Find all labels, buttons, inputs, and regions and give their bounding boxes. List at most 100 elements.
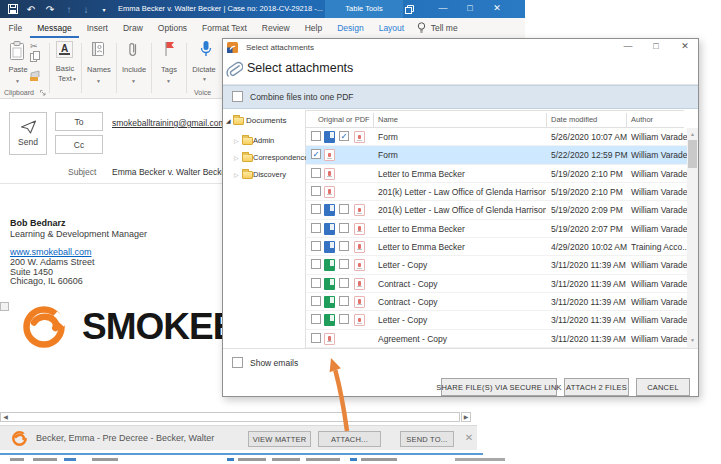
pdf-checkbox[interactable]	[339, 204, 349, 214]
tree-collapsed-icon[interactable]: ▷	[234, 172, 239, 178]
tab-message[interactable]: Message	[30, 18, 80, 38]
scroll-right-icon[interactable]: ▶	[461, 412, 471, 422]
column-author[interactable]: Author	[631, 111, 653, 129]
clipboard-expander-icon[interactable]	[40, 90, 46, 96]
file-row[interactable]: Letter - Copy3/11/2020 11:39 AMWilliam V…	[306, 311, 687, 329]
file-row[interactable]: ✓Form5/22/2020 12:59 PMWilliam Varade	[306, 146, 687, 164]
pdf-checkbox[interactable]	[339, 259, 349, 269]
cc-button[interactable]: Cc	[55, 135, 103, 154]
attach-button[interactable]: ATTACH...	[318, 431, 381, 447]
file-row[interactable]: 201(k) Letter - Law Office of Glenda Har…	[306, 183, 687, 201]
pdf-checkbox[interactable]	[311, 168, 321, 178]
tab-file[interactable]: File	[1, 18, 30, 38]
undo-icon[interactable]: ↶	[24, 0, 38, 18]
original-checkbox[interactable]	[311, 204, 321, 214]
to-recipient[interactable]: smokeballtraining@gmail.com	[112, 118, 226, 128]
original-checkbox[interactable]	[311, 296, 321, 306]
original-checkbox[interactable]	[311, 131, 321, 141]
context-tab-table-tools[interactable]: Table Tools	[325, 0, 403, 18]
tree-expanded-icon[interactable]: ◢	[226, 118, 231, 124]
pdf-checkbox[interactable]: ✓	[311, 149, 321, 159]
include-label[interactable]: Include	[118, 65, 150, 74]
dialog-close-button[interactable]: ✕	[675, 39, 695, 55]
tab-layout[interactable]: Layout	[371, 18, 412, 38]
bar-close-icon[interactable]: ✕	[462, 430, 476, 446]
scroll-up-icon[interactable]: ▲	[687, 129, 698, 140]
view-matter-button[interactable]: VIEW MATTER	[248, 431, 311, 447]
tab-options[interactable]: Options	[150, 18, 194, 38]
dialog-scrollbar[interactable]: ▲ ▼	[687, 128, 698, 348]
scroll-left-icon[interactable]: ◀	[1, 413, 10, 421]
table-handle-icon[interactable]	[0, 302, 9, 311]
dialog-maximize-button[interactable]: □	[646, 39, 666, 55]
qat-customize-icon[interactable]: ▾	[98, 0, 110, 18]
paste-icon[interactable]	[9, 41, 25, 61]
pdf-checkbox[interactable]	[339, 241, 349, 251]
attach-files-button[interactable]: ATTACH 2 FILES	[564, 378, 629, 396]
pdf-checkbox[interactable]	[311, 186, 321, 196]
attach-file-icon[interactable]	[127, 41, 139, 58]
file-row[interactable]: Letter to Emma Becker4/29/2020 10:02 AMT…	[306, 238, 687, 256]
tell-me-box[interactable]: Tell me	[431, 23, 458, 33]
tree-item-documents[interactable]: Documents	[246, 114, 286, 128]
close-button[interactable]: ✕	[488, 0, 506, 18]
signature-website-link[interactable]: www.smokeball.com	[10, 247, 92, 257]
save-icon[interactable]	[6, 0, 20, 18]
paste-label[interactable]: Paste	[4, 65, 32, 74]
share-secure-link-button[interactable]: SHARE FILE(S) VIA SECURE LINK	[441, 378, 557, 396]
show-emails-checkbox[interactable]	[232, 357, 243, 368]
column-original-or-pdf[interactable]: Original or PDF	[318, 111, 370, 129]
tab-help[interactable]: Help	[297, 18, 329, 38]
original-checkbox[interactable]	[311, 278, 321, 288]
tab-insert[interactable]: Insert	[79, 18, 115, 38]
original-checkbox[interactable]	[311, 314, 321, 324]
file-row[interactable]: Letter to Emma Becker5/19/2020 2:10 PMWi…	[306, 165, 687, 183]
original-checkbox[interactable]	[311, 259, 321, 269]
redo-icon[interactable]: ↷	[43, 0, 57, 18]
pdf-checkbox[interactable]	[339, 223, 349, 233]
address-book-icon[interactable]	[91, 41, 105, 57]
pdf-checkbox[interactable]	[311, 333, 321, 343]
file-row[interactable]: Letter - Copy3/11/2020 11:39 AMWilliam V…	[306, 256, 687, 274]
file-row[interactable]: ✓Form5/26/2020 10:07 AMWilliam Varade	[306, 128, 687, 146]
original-checkbox[interactable]	[311, 241, 321, 251]
pdf-checkbox[interactable]	[339, 314, 349, 324]
maximize-button[interactable]: □	[461, 0, 479, 18]
file-row[interactable]: Agreement - Copy3/11/2020 11:39 AMWillia…	[306, 330, 687, 348]
send-to-button[interactable]: SEND TO...	[400, 431, 454, 447]
combine-checkbox[interactable]	[232, 91, 243, 102]
horizontal-scrollbar[interactable]: ◀	[0, 412, 460, 422]
copy-icon[interactable]	[30, 51, 40, 62]
basic-text-label-1[interactable]: Basic	[50, 64, 80, 73]
tree-item-correspondence[interactable]: Correspondence	[253, 151, 308, 165]
move-down-icon[interactable]: ↓	[80, 0, 92, 18]
file-row[interactable]: 201(k) Letter - Law Office of Glenda Har…	[306, 201, 687, 219]
tab-draw[interactable]: Draw	[115, 18, 150, 38]
pdf-checkbox[interactable]	[339, 278, 349, 288]
pdf-checkbox[interactable]: ✓	[339, 131, 349, 141]
follow-up-flag-icon[interactable]	[163, 41, 176, 57]
scrollbar-thumb[interactable]	[688, 140, 697, 168]
tab-format-text[interactable]: Format Text	[195, 18, 255, 38]
dictate-icon[interactable]	[199, 40, 213, 59]
file-row[interactable]: Letter to Emma Becker5/19/2020 2:07 PMWi…	[306, 220, 687, 238]
cut-icon[interactable]: ✂	[30, 41, 38, 51]
file-row[interactable]: Contract - Copy3/11/2020 11:39 AMWilliam…	[306, 275, 687, 293]
file-row[interactable]: Contract - Copy3/11/2020 11:39 AMWilliam…	[306, 293, 687, 311]
original-checkbox[interactable]	[311, 223, 321, 233]
cancel-button[interactable]: CANCEL	[636, 378, 690, 396]
tree-collapsed-icon[interactable]: ▷	[234, 155, 239, 161]
tags-label[interactable]: Tags	[155, 65, 183, 74]
move-up-icon[interactable]: ↑	[63, 0, 75, 18]
restore-icon[interactable]	[402, 0, 416, 18]
to-button[interactable]: To	[55, 112, 103, 131]
tree-collapsed-icon[interactable]: ▷	[234, 138, 239, 144]
minimize-button[interactable]: —	[434, 0, 452, 18]
dialog-minimize-button[interactable]: —	[618, 39, 638, 55]
column-name[interactable]: Name	[378, 111, 398, 129]
tree-item-admin[interactable]: Admin	[253, 134, 274, 148]
pdf-checkbox[interactable]	[339, 296, 349, 306]
scroll-down-icon[interactable]: ▼	[687, 335, 698, 346]
tab-review[interactable]: Review	[254, 18, 297, 38]
basic-text-icon[interactable]: A	[56, 41, 73, 58]
